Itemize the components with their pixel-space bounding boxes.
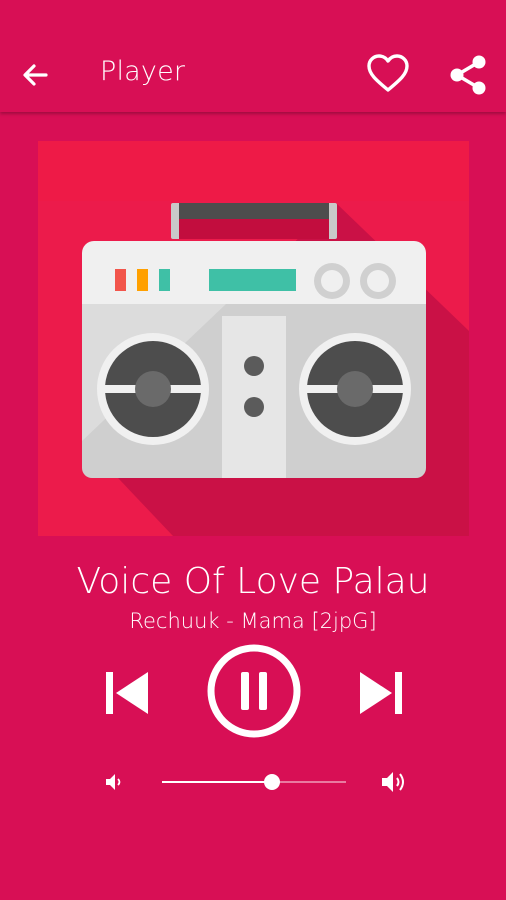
share-icon[interactable] — [446, 54, 490, 96]
track-artist: Rechuuk - Mama [2jpG] — [129, 609, 377, 633]
volume-low-icon[interactable] — [104, 772, 124, 792]
app-bar: Player — [0, 0, 506, 112]
volume-thumb[interactable] — [264, 774, 281, 790]
volume-slider[interactable] — [162, 768, 346, 796]
pause-circle-icon[interactable] — [206, 643, 302, 739]
skip-previous-icon[interactable] — [104, 670, 152, 716]
heart-icon[interactable] — [366, 54, 410, 94]
track-title: Voice Of Love Palau — [76, 561, 430, 602]
page-title: Player — [100, 56, 186, 87]
volume-high-icon[interactable] — [380, 769, 408, 795]
skip-next-icon[interactable] — [356, 670, 404, 716]
back-arrow-icon[interactable] — [18, 58, 52, 92]
album-art — [38, 141, 469, 536]
volume-fill — [162, 781, 273, 783]
